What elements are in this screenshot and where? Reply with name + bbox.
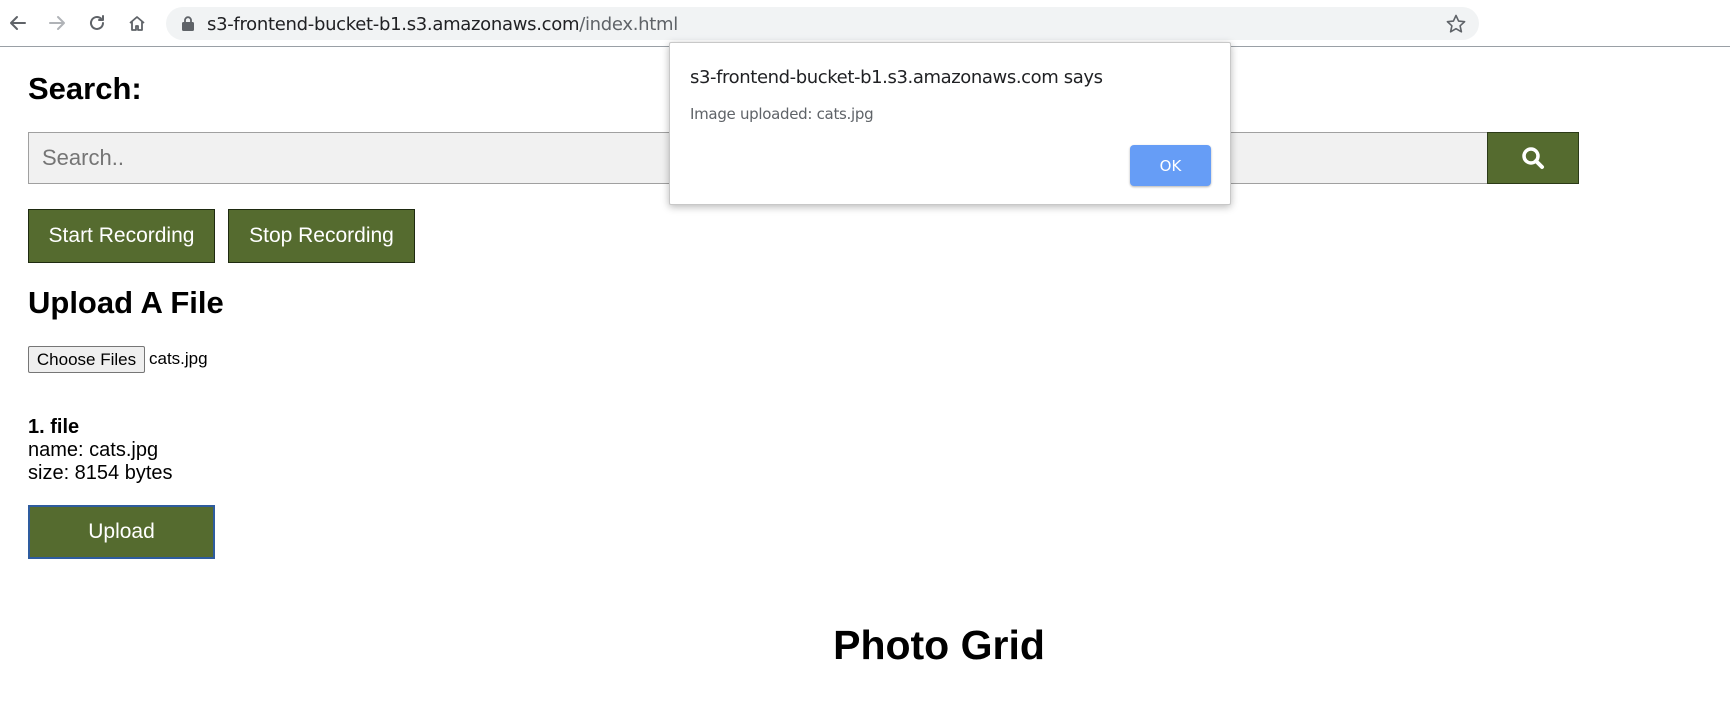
back-icon[interactable] (4, 9, 32, 37)
upload-button[interactable]: Upload (28, 505, 215, 559)
search-heading: Search: (28, 71, 142, 106)
address-bar[interactable]: s3-frontend-bucket-b1.s3.amazonaws.com/i… (166, 7, 1479, 40)
stop-recording-button[interactable]: Stop Recording (228, 209, 415, 263)
reload-icon[interactable] (83, 9, 111, 37)
start-recording-button[interactable]: Start Recording (28, 209, 215, 263)
choose-files-button[interactable]: Choose Files (28, 346, 145, 373)
dialog-title: s3-frontend-bucket-b1.s3.amazonaws.com s… (690, 67, 1103, 88)
file-list-title: 1. file (28, 416, 80, 438)
file-size: size: 8154 bytes (28, 462, 173, 484)
file-name: name: cats.jpg (28, 439, 159, 461)
search-button[interactable] (1487, 132, 1579, 184)
dialog-message: Image uploaded: cats.jpg (690, 105, 874, 123)
url-path: /index.html (579, 14, 678, 35)
lock-icon (182, 16, 194, 31)
browser-toolbar: s3-frontend-bucket-b1.s3.amazonaws.com/i… (0, 0, 1730, 47)
search-icon (1522, 147, 1544, 169)
upload-heading: Upload A File (28, 285, 224, 320)
star-icon[interactable] (1445, 13, 1467, 35)
photo-grid-heading: Photo Grid (833, 622, 1045, 668)
forward-icon[interactable] (43, 9, 71, 37)
chosen-file-name: cats.jpg (149, 349, 208, 368)
url-text: s3-frontend-bucket-b1.s3.amazonaws.com/i… (207, 14, 678, 35)
alert-dialog: s3-frontend-bucket-b1.s3.amazonaws.com s… (669, 42, 1231, 205)
ok-button[interactable]: OK (1130, 145, 1211, 186)
home-icon[interactable] (123, 9, 151, 37)
url-host: s3-frontend-bucket-b1.s3.amazonaws.com (207, 14, 580, 35)
